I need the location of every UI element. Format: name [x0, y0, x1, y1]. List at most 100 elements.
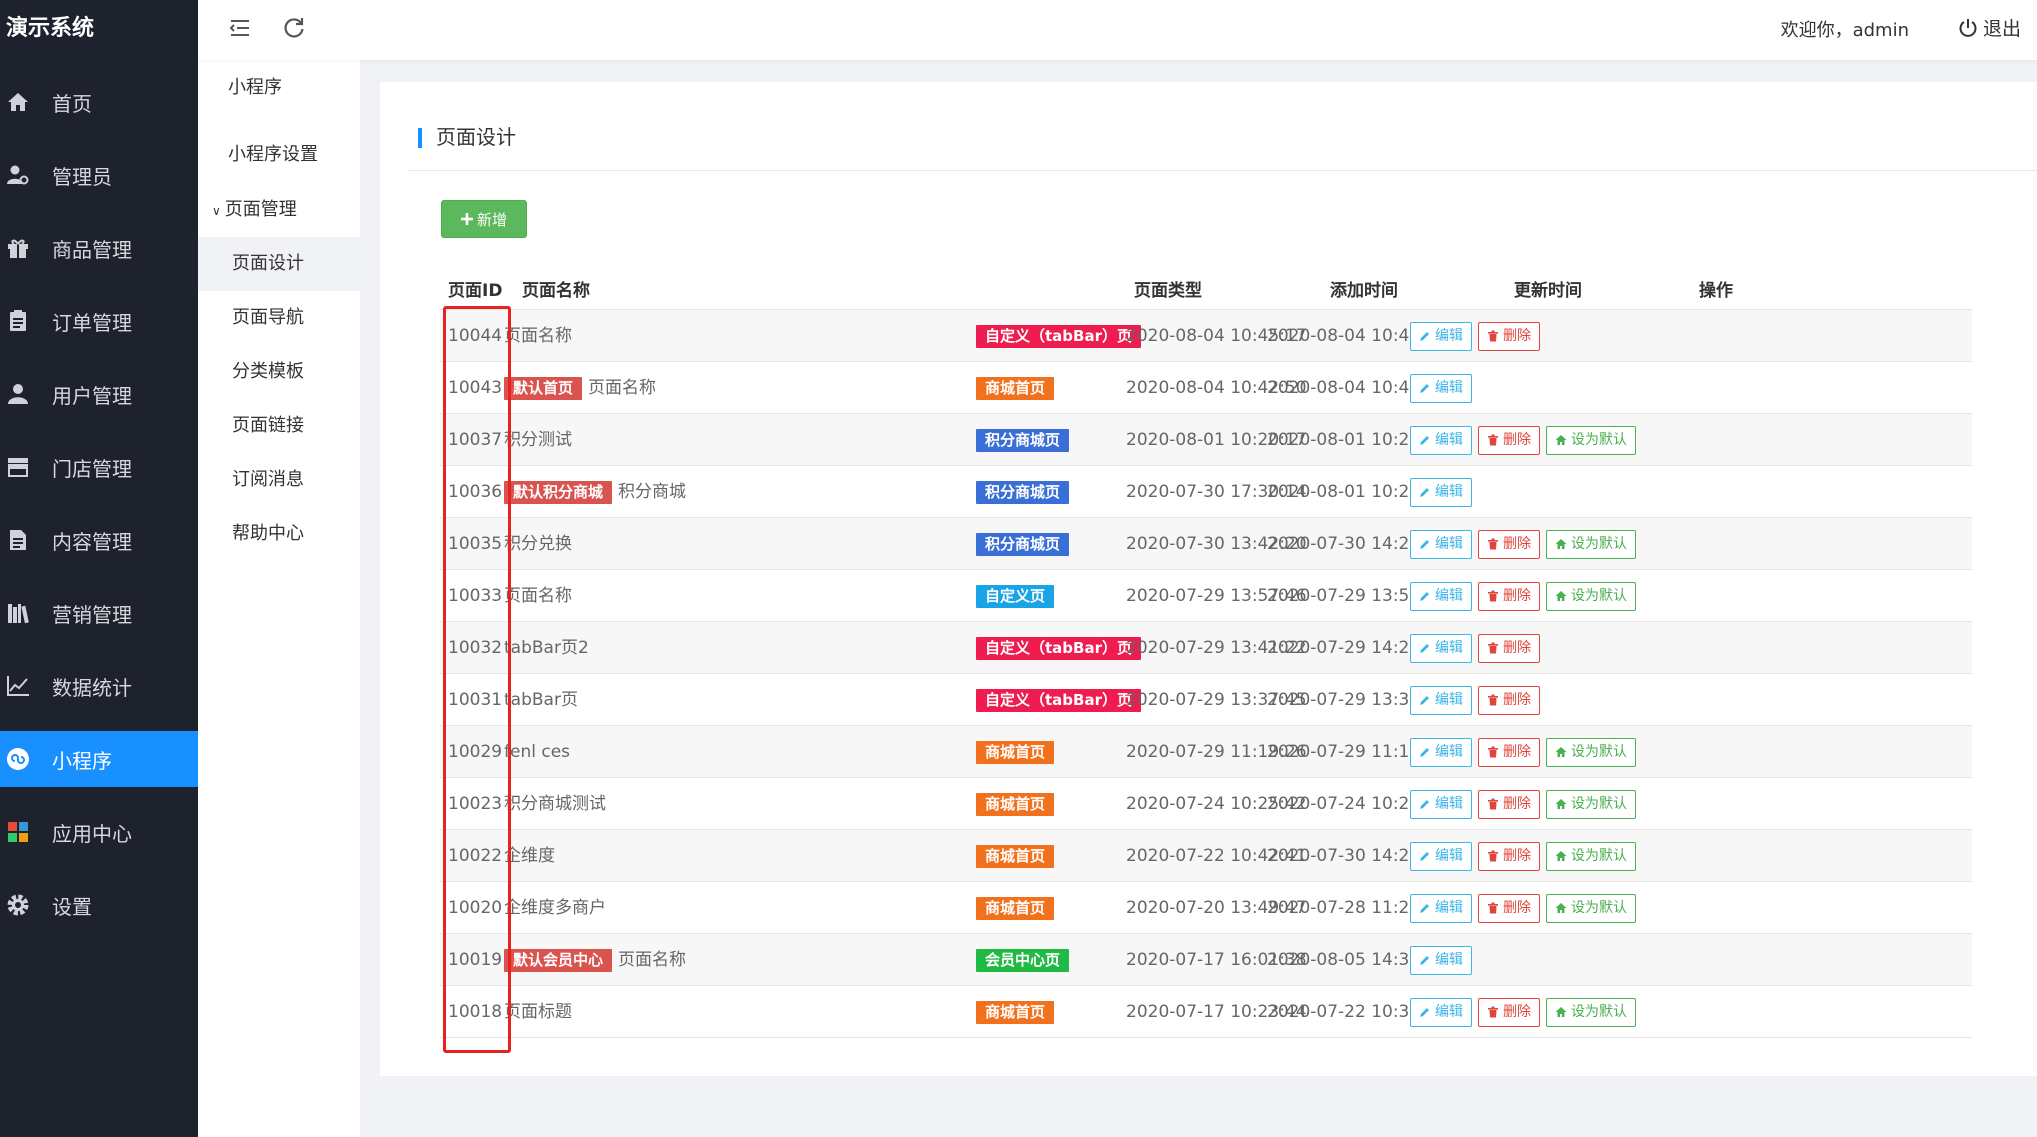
delete-button[interactable]: 删除: [1478, 685, 1540, 715]
set-default-button[interactable]: 设为默认: [1546, 893, 1636, 923]
delete-button[interactable]: 删除: [1478, 581, 1540, 611]
sidebar-item-gift[interactable]: 商品管理: [0, 220, 198, 276]
delete-button[interactable]: 删除: [1478, 737, 1540, 767]
page-id-cell: 10036: [448, 482, 503, 502]
edit-button[interactable]: 编辑: [1410, 425, 1472, 455]
page-type-cell: 自定义（tabBar）页: [976, 310, 1141, 362]
sidebar-item-apps-grid[interactable]: 应用中心: [0, 804, 198, 860]
sidebar-item-label: 小程序: [52, 748, 112, 773]
page-name-cell: 默认会员中心 页面名称: [504, 934, 686, 986]
op-label: 编辑: [1435, 847, 1463, 864]
page-type-cell: 商城首页: [976, 882, 1055, 934]
sidebar-item-home[interactable]: 首页: [0, 74, 198, 130]
edit-button[interactable]: 编辑: [1410, 581, 1472, 611]
gift-icon: [6, 236, 30, 260]
collapse-menu-icon[interactable]: [226, 14, 254, 42]
sidebar-item-admin-user[interactable]: 管理员: [0, 147, 198, 203]
subnav-item[interactable]: 页面设计: [198, 237, 360, 291]
subnav-item[interactable]: 页面链接: [198, 399, 360, 453]
edit-button[interactable]: 编辑: [1410, 529, 1472, 559]
page-id-cell: 10031: [448, 690, 503, 710]
trash-icon: [1488, 902, 1498, 914]
edit-button[interactable]: 编辑: [1410, 737, 1472, 767]
page-id-cell: 10020: [448, 898, 503, 918]
delete-button[interactable]: 删除: [1478, 789, 1540, 819]
page-type-cell: 商城首页: [976, 362, 1055, 414]
subnav-item[interactable]: 页面导航: [198, 291, 360, 345]
delete-button[interactable]: 删除: [1478, 425, 1540, 455]
page-name: 企维度多商户: [504, 898, 606, 918]
app-title: 演示系统: [6, 16, 95, 41]
delete-button[interactable]: 删除: [1478, 893, 1540, 923]
add-page-button[interactable]: 新增: [441, 200, 527, 238]
edit-button[interactable]: 编辑: [1410, 997, 1472, 1027]
delete-button[interactable]: 删除: [1478, 997, 1540, 1027]
edit-button[interactable]: 编辑: [1410, 945, 1472, 975]
set-default-button[interactable]: 设为默认: [1546, 789, 1636, 819]
edit-button[interactable]: 编辑: [1410, 685, 1472, 715]
delete-button[interactable]: 删除: [1478, 841, 1540, 871]
sidebar-item-clipboard[interactable]: 订单管理: [0, 293, 198, 349]
edit-button[interactable]: 编辑: [1410, 633, 1472, 663]
page-name-cell: 页面名称: [504, 310, 572, 362]
edit-button[interactable]: 编辑: [1410, 789, 1472, 819]
subnav-item[interactable]: 帮助中心: [198, 507, 360, 561]
logout-button[interactable]: 退出: [1957, 14, 2021, 41]
set-default-button[interactable]: 设为默认: [1546, 425, 1636, 455]
column-header: 页面名称: [522, 281, 590, 301]
op-label: 设为默认: [1571, 1003, 1627, 1020]
pencil-icon: [1420, 956, 1429, 965]
subnav-item[interactable]: 小程序设置: [198, 128, 360, 182]
op-label: 删除: [1503, 743, 1531, 760]
sidebar-item-document[interactable]: 内容管理: [0, 512, 198, 568]
table-row: 10035 积分兑换 积分商城页 2020-07-30 13:42:20 2020-07…: [440, 517, 1972, 569]
page-id-cell: 10037: [448, 430, 503, 450]
edit-button[interactable]: 编辑: [1410, 893, 1472, 923]
table-row: 10022 企维度 商城首页 2020-07-22 10:42:41 2020-07-3…: [440, 829, 1972, 881]
page-type-cell: 会员中心页: [976, 934, 1070, 986]
page-name-cell: tabBar页: [504, 674, 578, 726]
table-bottom-border: [440, 1037, 1972, 1038]
page-id-cell: 10029: [448, 742, 503, 762]
op-label: 设为默认: [1571, 743, 1627, 760]
sidebar-item-mini-program[interactable]: 小程序: [0, 731, 198, 787]
delete-button[interactable]: 删除: [1478, 321, 1540, 351]
set-default-button[interactable]: 设为默认: [1546, 581, 1636, 611]
sidebar-item-user[interactable]: 用户管理: [0, 366, 198, 422]
pencil-icon: [1420, 540, 1429, 549]
subnav-item[interactable]: 小程序: [198, 61, 360, 115]
sidebar-item-line-chart[interactable]: 数据统计: [0, 658, 198, 714]
set-default-button[interactable]: 设为默认: [1546, 529, 1636, 559]
subnav-item[interactable]: ∨ 页面管理: [198, 183, 360, 237]
op-label: 删除: [1503, 431, 1531, 448]
sidebar-item-books[interactable]: 营销管理: [0, 585, 198, 641]
set-default-button[interactable]: 设为默认: [1546, 997, 1636, 1027]
edit-button[interactable]: 编辑: [1410, 477, 1472, 507]
edit-button[interactable]: 编辑: [1410, 373, 1472, 403]
home-icon: [1555, 435, 1567, 445]
table-row: 10020 企维度多商户 商城首页 2020-07-20 13:49:47 2020-0…: [440, 881, 1972, 933]
sidebar-item-label: 管理员: [52, 164, 112, 189]
page-name: 页面标题: [504, 1002, 572, 1022]
table-row: 10023 积分商城测试 商城首页 2020-07-24 10:25:42 2020-0…: [440, 777, 1972, 829]
edit-button[interactable]: 编辑: [1410, 841, 1472, 871]
set-default-button[interactable]: 设为默认: [1546, 841, 1636, 871]
subnav-item[interactable]: 订阅消息: [198, 453, 360, 507]
sub-navigation: 小程序小程序设置 ∨ 页面管理 页面设计 页面导航 分类模板 页面链接 订阅消息 帮助中心: [198, 60, 360, 1137]
set-default-button[interactable]: 设为默认: [1546, 737, 1636, 767]
delete-button[interactable]: 删除: [1478, 633, 1540, 663]
subnav-item[interactable]: 分类模板: [198, 345, 360, 399]
table-row: 10019 默认会员中心 页面名称 会员中心页 2020-07-17 16:01:38 2…: [440, 933, 1972, 985]
edit-button[interactable]: 编辑: [1410, 321, 1472, 351]
page-type-cell: 积分商城页: [976, 518, 1070, 570]
operations-cell: 编辑 删除 设为默认: [1410, 830, 1636, 882]
sidebar-item-store[interactable]: 门店管理: [0, 439, 198, 495]
home-icon: [1555, 851, 1567, 861]
sidebar-item-gear[interactable]: 设置: [0, 877, 198, 933]
delete-button[interactable]: 删除: [1478, 529, 1540, 559]
op-label: 设为默认: [1571, 587, 1627, 604]
clipboard-icon: [6, 309, 30, 333]
chevron-down-icon: ∨: [212, 204, 221, 218]
page-name: 积分兑换: [504, 534, 572, 554]
refresh-icon[interactable]: [280, 14, 308, 42]
